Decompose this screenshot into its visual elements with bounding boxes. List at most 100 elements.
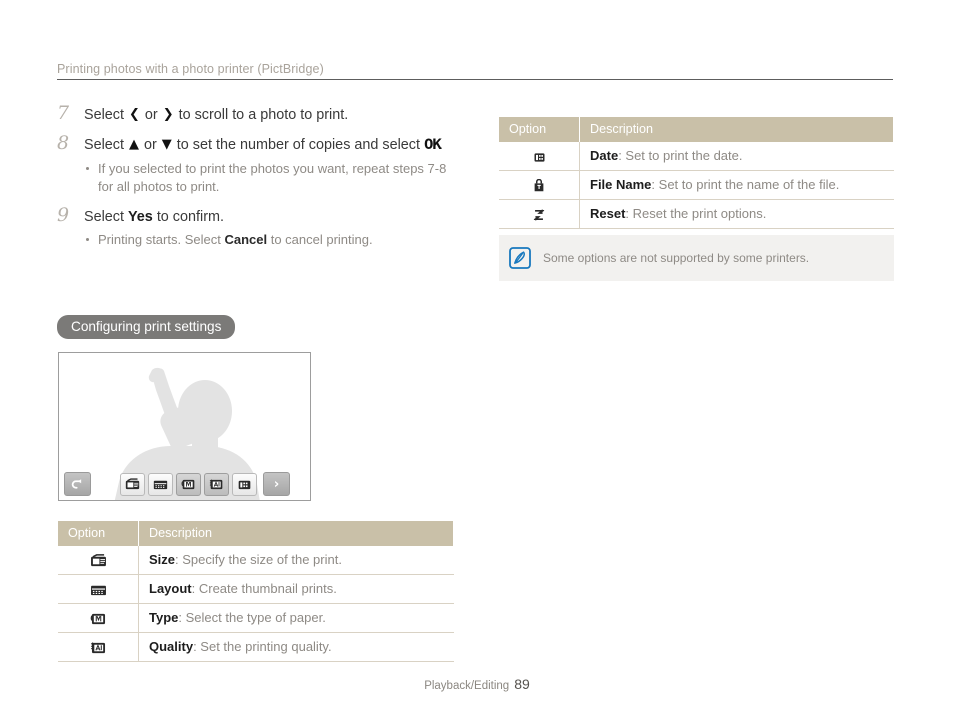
table-header-row: Option Description [58, 521, 454, 546]
step-number: 9 [57, 204, 70, 226]
row-icon-cell [58, 574, 139, 604]
step-9: 9 Select Yes to confirm. Printing starts… [57, 204, 457, 249]
table-row: File Name: Set to print the name of the … [499, 170, 894, 200]
page-number: 89 [514, 676, 530, 692]
bullet-bold: Cancel [224, 232, 268, 247]
table-row: Reset: Reset the print options. [499, 199, 894, 229]
step-text: Select ▲ or ▼ to set the number of copie… [84, 135, 457, 156]
back-button[interactable] [64, 472, 91, 496]
row-description: Quality: Set the printing quality. [138, 632, 454, 662]
note-text: Some options are not supported by some p… [543, 251, 810, 265]
step-9-bullets: Printing starts. Select Cancel to cancel… [84, 231, 457, 249]
step-number: 7 [57, 102, 70, 124]
row-description: Size: Specify the size of the print. [138, 546, 454, 575]
row-icon-cell [499, 170, 580, 200]
table-row: Date: Set to print the date. [499, 142, 894, 171]
camera-screen-illustration: › [58, 352, 311, 501]
left-column: 7 Select ❮ or ❯ to scroll to a photo to … [57, 102, 457, 258]
table-row: Layout: Create thumbnail prints. [58, 574, 454, 604]
reset-icon [533, 209, 545, 221]
step-text-before: Select [84, 209, 124, 225]
column-header-description: Description [138, 521, 454, 546]
type-icon [181, 479, 195, 490]
row-desc-text: : Select the type of paper. [178, 610, 326, 625]
step-conjunction: or [144, 137, 157, 153]
row-description: Layout: Create thumbnail prints. [138, 574, 454, 604]
down-arrow-icon: ▼ [161, 137, 172, 152]
step-text-before: Select [84, 137, 124, 153]
row-term: Type [149, 610, 179, 625]
screen-button-date[interactable] [232, 473, 257, 496]
screen-toolbar: › [59, 472, 310, 496]
step-8-bullets: If you selected to print the photos you … [84, 160, 457, 196]
step-text-after: to confirm. [156, 209, 224, 225]
print-settings-table: Option Description Size: Specify the siz [58, 521, 454, 662]
row-desc-text: : Reset the print options. [625, 206, 767, 221]
bullet-post: to cancel printing. [267, 232, 373, 247]
date-icon [238, 480, 251, 490]
manual-page: Printing photos with a photo printer (Pi… [0, 0, 954, 720]
filename-icon [534, 179, 544, 192]
back-arrow-icon [71, 478, 82, 489]
step-text-after: to scroll to a photo to print. [178, 107, 349, 123]
bullet-item: Printing starts. Select Cancel to cancel… [84, 231, 457, 249]
next-button[interactable]: › [263, 472, 290, 496]
screen-button-layout[interactable] [148, 473, 173, 496]
row-description: Type: Select the type of paper. [138, 603, 454, 633]
type-icon [90, 613, 105, 625]
print-options-table: Option Description Date: Set to print th… [499, 117, 894, 229]
row-icon-cell [499, 199, 580, 229]
note-pen-icon [509, 247, 531, 269]
quality-icon [90, 642, 105, 654]
table-header-row: Option Description [499, 117, 894, 142]
row-desc-text: : Set to print the date. [618, 148, 743, 163]
row-term: Quality [149, 639, 194, 654]
row-icon-cell [58, 632, 139, 662]
table-row: Size: Specify the size of the print. [58, 546, 454, 575]
note-box: Some options are not supported by some p… [499, 235, 894, 281]
row-desc-text: : Set to print the name of the file. [651, 177, 840, 192]
step-8: 8 Select ▲ or ▼ to set the number of cop… [57, 132, 457, 196]
row-term: Layout [149, 581, 192, 596]
step-text-before: Select [84, 107, 124, 123]
left-arrow-icon: ❮ [129, 107, 140, 122]
step-number: 8 [57, 132, 70, 154]
row-desc-text: : Create thumbnail prints. [191, 581, 337, 596]
header-rule [57, 79, 893, 80]
row-desc-text: : Specify the size of the print. [175, 552, 342, 567]
row-desc-text: : Set the printing quality. [193, 639, 332, 654]
table-row: Type: Select the type of paper. [58, 603, 454, 633]
page-footer: Playback/Editing 89 [0, 676, 954, 692]
row-term: Size [149, 552, 176, 567]
row-description: File Name: Set to print the name of the … [579, 170, 894, 200]
size-icon [90, 554, 106, 567]
footer-section-label: Playback/Editing [424, 680, 510, 692]
section-heading: Configuring print settings [57, 315, 236, 339]
right-arrow-icon: ❯ [162, 107, 174, 122]
layout-icon [90, 585, 106, 596]
column-header-option: Option [58, 521, 139, 546]
bullet-pre: Printing starts. Select [98, 232, 225, 247]
table-row: Quality: Set the printing quality. [58, 632, 454, 662]
column-header-option: Option [499, 117, 580, 142]
bullet-item: If you selected to print the photos you … [84, 160, 457, 196]
quality-icon [209, 479, 223, 490]
row-icon-cell [499, 142, 580, 171]
up-arrow-icon: ▲ [129, 137, 139, 152]
screen-button-size[interactable] [120, 473, 145, 496]
row-term: Date [590, 148, 619, 163]
step-text: Select Yes to confirm. [84, 207, 457, 227]
step-7: 7 Select ❮ or ❯ to scroll to a photo to … [57, 102, 457, 126]
step-conjunction: or [144, 107, 158, 123]
row-term: Reset [590, 206, 626, 221]
layout-icon [153, 480, 168, 490]
row-description: Reset: Reset the print options. [579, 199, 894, 229]
column-header-description: Description [579, 117, 894, 142]
row-icon-cell [58, 603, 139, 633]
row-icon-cell [58, 546, 139, 575]
screen-button-quality[interactable] [204, 473, 229, 496]
step-text-after: to set the number of copies and select [176, 137, 420, 153]
screen-button-type[interactable] [176, 473, 201, 496]
row-term: File Name [590, 177, 652, 192]
row-description: Date: Set to print the date. [579, 142, 894, 171]
